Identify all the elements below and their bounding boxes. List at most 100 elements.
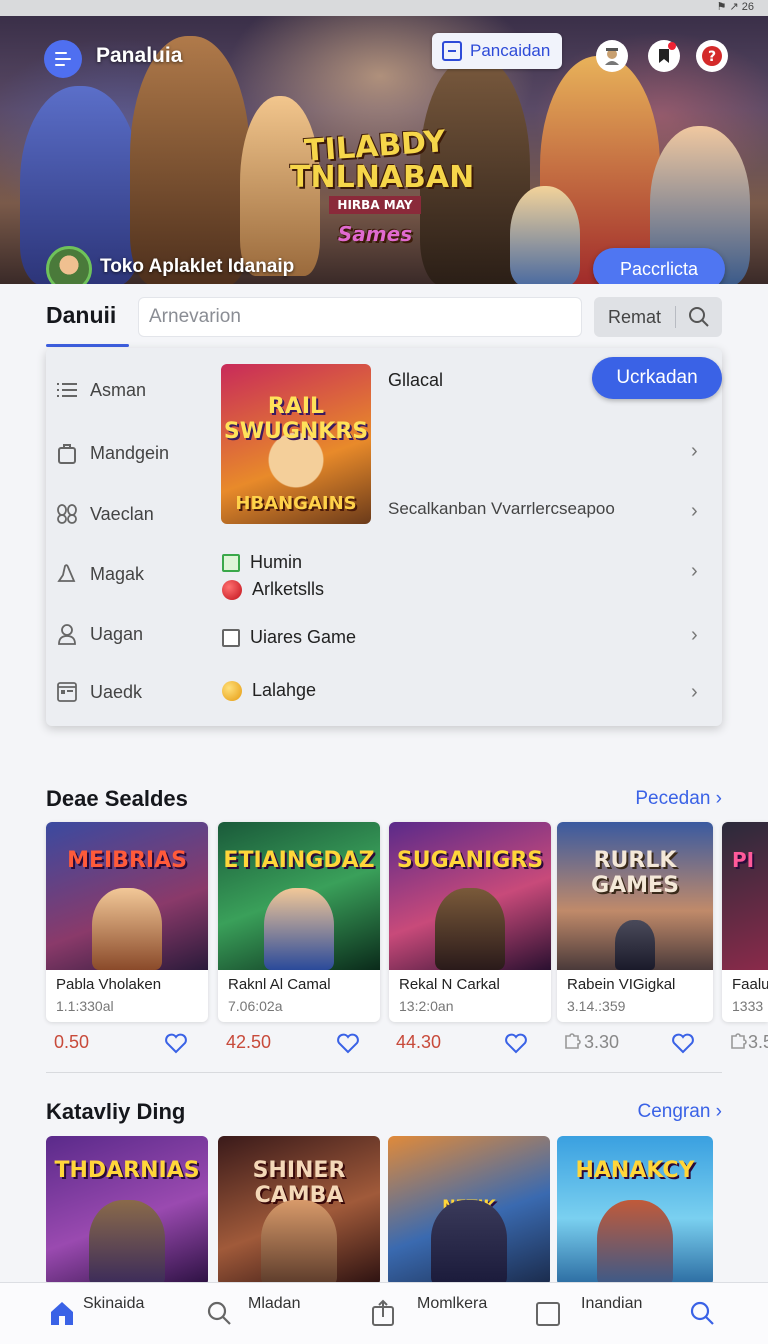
sidebar-item-label: Asman	[90, 379, 147, 400]
sidebar-item-uaedk[interactable]: Uaedk	[56, 677, 142, 707]
panel-description[interactable]: Secalkanban Vvarrlercseapoo	[388, 499, 615, 519]
game-meta: 7.06:02a	[228, 998, 283, 1014]
featured-game-thumbnail[interactable]: RAIL SWUGNKRS HBANGAINS	[221, 364, 371, 524]
search-button[interactable]: Remat	[594, 297, 722, 337]
chevron-right-icon[interactable]: ›	[691, 560, 698, 583]
game-thumbnail: PI	[722, 822, 768, 970]
chevron-right-icon[interactable]: ›	[691, 500, 698, 523]
panel-option-humin[interactable]: Humin	[222, 552, 302, 573]
game-card[interactable]: SUGANIGRS Rekal N Carkal 13:2:0an	[389, 822, 551, 1022]
hero-character	[510, 186, 580, 284]
heart-icon[interactable]	[336, 1032, 360, 1054]
game-meta: 1333	[732, 998, 764, 1014]
search-input[interactable]	[138, 297, 582, 337]
notifications-button[interactable]	[648, 40, 680, 72]
game-card[interactable]: HANAKCY	[557, 1136, 713, 1286]
help-icon: ?	[702, 46, 722, 66]
puzzle-icon	[565, 1033, 581, 1049]
game-price: 0.50	[54, 1032, 90, 1052]
game-title: Pabla Vholaken	[56, 976, 162, 993]
chevron-right-icon: ›	[715, 1101, 722, 1122]
menu-icon	[55, 52, 67, 54]
list-icon	[56, 379, 78, 401]
sidebar-item-mandgein[interactable]: Mandgein	[56, 438, 169, 468]
game-card[interactable]: ETIAINGDAZ Raknl Al Camal 7.06:02a	[218, 822, 380, 1022]
section-title: Deae Sealdes	[46, 786, 188, 811]
share-icon	[372, 1299, 394, 1326]
panel-cta-button[interactable]: Ucrkadan	[592, 357, 722, 399]
heart-icon[interactable]	[504, 1032, 528, 1054]
game-thumbnail: MEIBRIAS	[46, 822, 208, 970]
profile-icon-button[interactable]	[596, 40, 628, 72]
red-dot-icon	[222, 579, 242, 600]
section-divider	[46, 1072, 722, 1073]
heart-icon[interactable]	[671, 1032, 695, 1054]
sidebar-item-vaeclan[interactable]: Vaeclan	[56, 499, 154, 529]
svg-text:?: ?	[708, 49, 716, 65]
nav-item-mladan[interactable]: Mladan	[203, 1283, 333, 1344]
chevron-right-icon[interactable]: ›	[691, 681, 698, 704]
panel-option-lalahge[interactable]: Lalahge	[222, 680, 316, 701]
game-card[interactable]: NETIK	[388, 1136, 550, 1286]
gold-coin-icon	[222, 680, 242, 701]
game-meta: 13:2:0an	[399, 998, 454, 1014]
nav-item-inandian[interactable]: Inandian	[534, 1283, 654, 1344]
section-title: Katavliy Ding	[46, 1099, 186, 1124]
store-name: Toko Aplaklet Idanaip	[100, 256, 295, 277]
user-icon	[56, 623, 78, 645]
game-thumbnail: ETIAINGDAZ	[218, 822, 380, 970]
game-thumbnail: SUGANIGRS	[389, 822, 551, 970]
game-price: 42.50	[226, 1032, 272, 1052]
hero-banner[interactable]: TILABDY TNLNABAN HIRBA MAY Sames Panalui…	[0, 16, 768, 284]
sidebar-item-asman[interactable]: Asman	[56, 375, 146, 405]
heart-icon[interactable]	[164, 1032, 188, 1054]
search-icon	[676, 306, 722, 328]
game-card[interactable]: MEIBRIAS Pabla Vholaken 1.1:330al	[46, 822, 208, 1022]
game-card[interactable]: SHINER CAMBA	[218, 1136, 380, 1286]
sidebar-item-label: Magak	[90, 563, 145, 584]
panel-option-uiares-game[interactable]: Uiares Game	[222, 627, 356, 648]
sidebar-item-magak[interactable]: Magak	[56, 559, 144, 589]
nav-item-skinaida[interactable]: Skinaida	[46, 1283, 186, 1344]
chevron-right-icon[interactable]: ›	[691, 624, 698, 647]
nav-item-momlkera[interactable]: Momlkera	[367, 1283, 497, 1344]
store-avatar[interactable]	[46, 246, 92, 284]
game-title: Faalu	[732, 976, 768, 993]
game-meta: 3.14.:359	[567, 998, 626, 1014]
section-see-all-link[interactable]: Pecedan ›	[635, 788, 722, 810]
chevron-right-icon[interactable]: ›	[691, 440, 698, 463]
game-title: Rabein VIGigkal	[567, 976, 676, 993]
game-title: Raknl Al Camal	[228, 976, 331, 993]
top-action-label: Pancaidan	[470, 41, 551, 60]
hero-character	[130, 36, 250, 284]
checkbox-icon	[222, 553, 240, 572]
help-button[interactable]: ?	[696, 40, 728, 72]
game-card[interactable]: RURLK GAMES Rabein VIGigkal 3.14.:359	[557, 822, 713, 1022]
hero-cta-button[interactable]: Paccrlicta	[593, 248, 725, 284]
section-see-all-link[interactable]: Cengran ›	[638, 1101, 723, 1123]
sidebar-item-label: Mandgein	[90, 442, 170, 463]
game-card[interactable]: PI Faalu 1333	[722, 822, 768, 1022]
search-icon	[690, 1301, 714, 1325]
game-card[interactable]: THDARNIAS	[46, 1136, 208, 1286]
puzzle-icon	[731, 1033, 747, 1049]
dropdown-panel: Asman Mandgein Vaeclan Magak Uagan Uaedk…	[46, 348, 722, 726]
notification-badge	[668, 42, 676, 50]
search-tab-label[interactable]: Danuii	[46, 302, 116, 329]
cone-icon	[56, 563, 78, 585]
checkbox-icon	[222, 628, 240, 647]
menu-button[interactable]	[44, 40, 82, 78]
top-action-button[interactable]: Pancaidan	[432, 33, 562, 69]
home-icon	[51, 1302, 73, 1325]
status-bar: ⚑ ↗ 26	[0, 0, 768, 16]
panel-option-arlketslls[interactable]: Arlketslls	[222, 579, 324, 600]
nav-item-search[interactable]	[688, 1283, 728, 1344]
sidebar-item-uagan[interactable]: Uagan	[56, 619, 143, 649]
panel-heading: Gllacal	[388, 370, 444, 390]
active-tab-indicator	[46, 344, 129, 347]
user-hat-icon	[605, 48, 619, 65]
game-price: 3.30	[584, 1032, 620, 1052]
chevron-right-icon: ›	[715, 788, 722, 809]
search-button-label: Remat	[594, 306, 676, 328]
bag-icon	[56, 442, 78, 464]
